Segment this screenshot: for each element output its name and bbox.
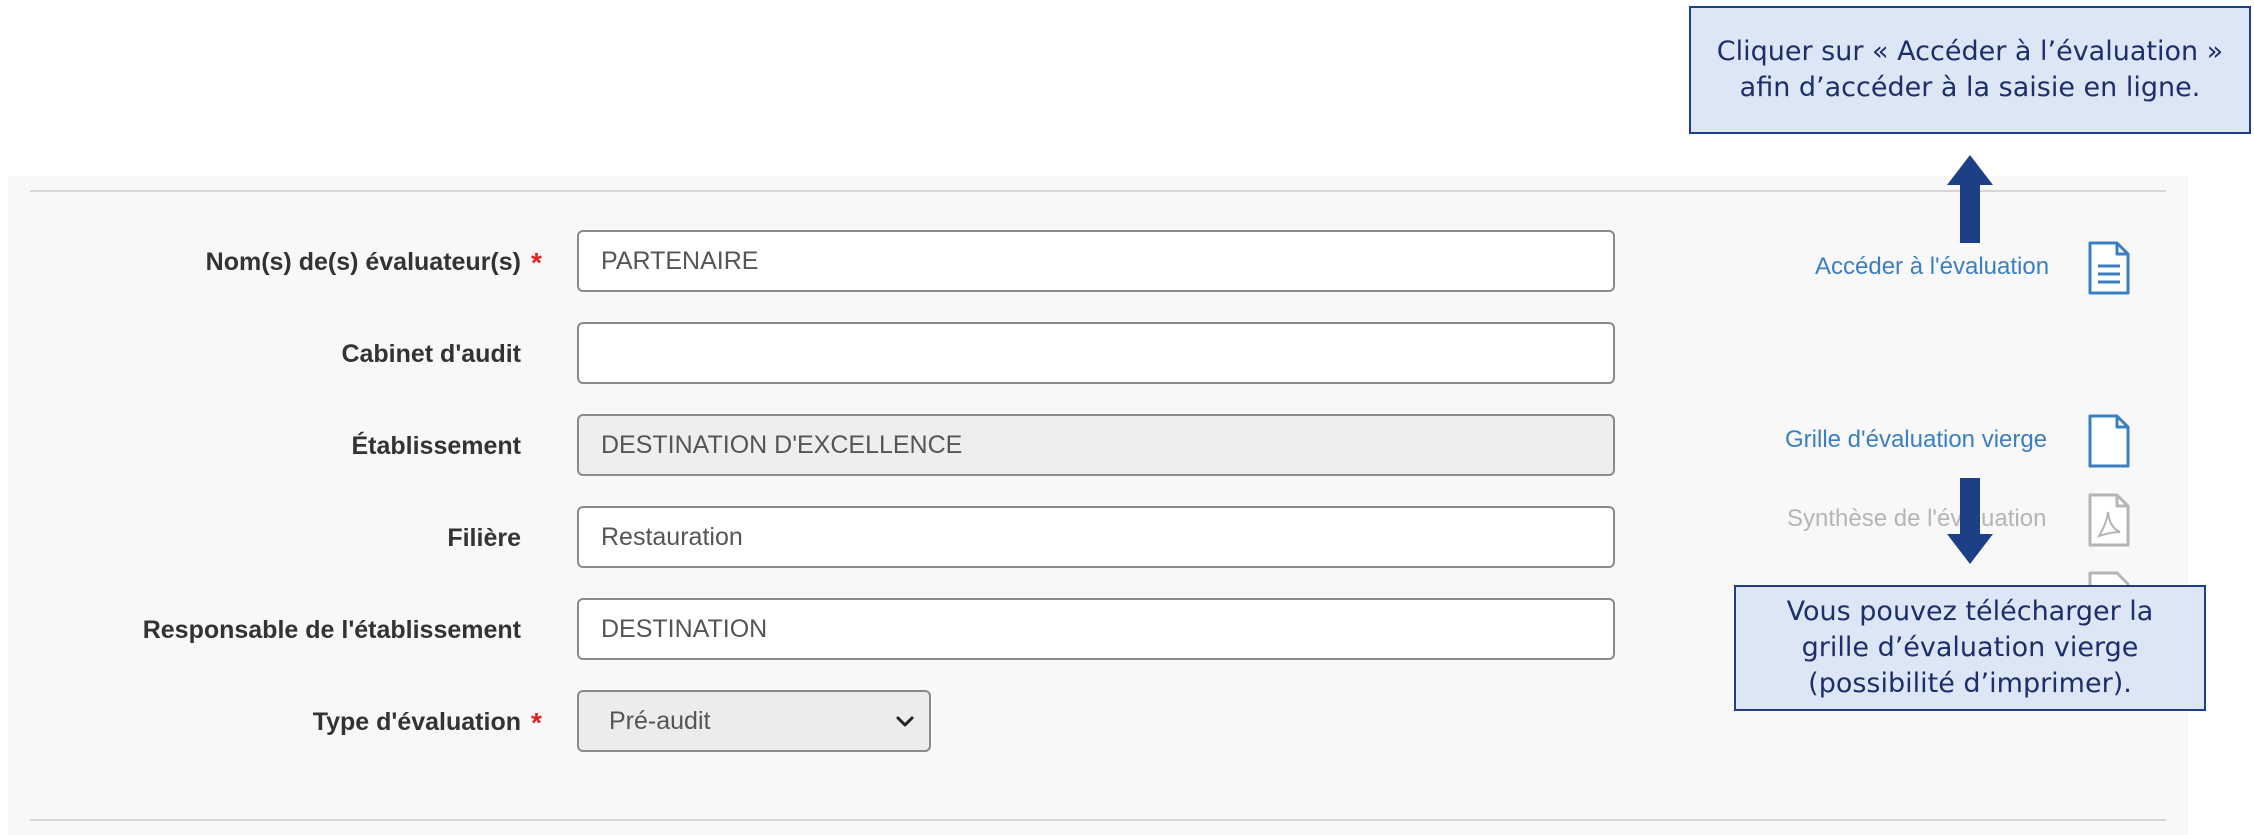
up-arrow-icon <box>1947 155 1993 243</box>
blank-grid-callout: Vous pouvez télécharger la grille d’éval… <box>1734 585 2206 711</box>
sector-label: Filière <box>447 524 521 552</box>
sector-input[interactable]: Restauration <box>577 506 1615 568</box>
top-divider <box>30 190 2166 192</box>
bottom-divider <box>30 819 2166 821</box>
blank-document-icon[interactable] <box>2087 413 2131 469</box>
evaluation-type-selected: Pré-audit <box>609 707 711 735</box>
down-arrow-icon <box>1947 478 1993 564</box>
access-evaluation-link[interactable]: Accéder à l'évaluation <box>1815 252 2049 282</box>
establishment-label: Établissement <box>351 432 521 460</box>
access-evaluation-callout: Cliquer sur « Accéder à l’évaluation » a… <box>1689 6 2251 134</box>
evaluators-input[interactable]: PARTENAIRE <box>577 230 1615 292</box>
evaluation-type-select[interactable]: Pré-audit <box>577 690 931 752</box>
blank-grid-link[interactable]: Grille d'évaluation vierge <box>1785 425 2047 455</box>
firm-input[interactable] <box>577 322 1615 384</box>
evaluation-type-label: Type d'évaluation <box>312 708 521 736</box>
evaluation-summary-link[interactable]: Synthèse de l'évaluation <box>1787 504 2046 534</box>
manager-label: Responsable de l'établissement <box>142 616 521 644</box>
pdf-document-icon <box>2088 493 2130 547</box>
establishment-input: DESTINATION D'EXCELLENCE <box>577 414 1615 476</box>
required-marker: * <box>531 247 542 278</box>
firm-label: Cabinet d'audit <box>341 340 521 368</box>
blank-grid-callout-text: Vous pouvez télécharger la grille d’éval… <box>1786 596 2154 699</box>
chevron-down-icon <box>896 716 914 727</box>
required-marker: * <box>531 707 542 738</box>
document-lines-icon[interactable] <box>2087 240 2131 296</box>
evaluators-label: Nom(s) de(s) évaluateur(s) <box>205 248 521 276</box>
access-evaluation-callout-text: Cliquer sur « Accéder à l’évaluation » a… <box>1716 36 2224 103</box>
manager-input[interactable]: DESTINATION <box>577 598 1615 660</box>
